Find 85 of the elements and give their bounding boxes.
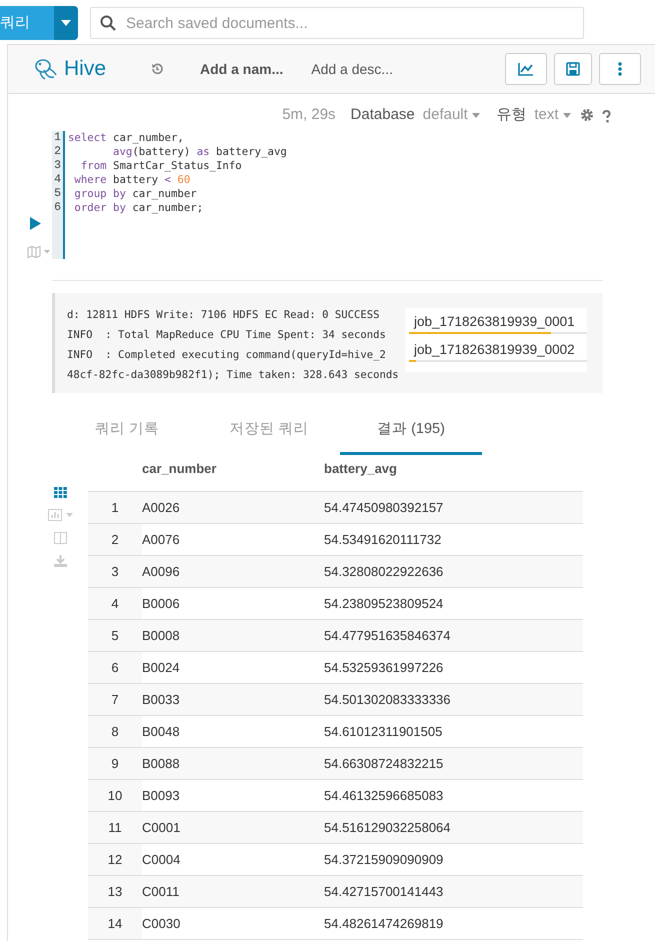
- code-line: avg(battery) as battery_avg: [112, 144, 287, 158]
- line-number: 1: [53, 130, 62, 144]
- line-number: 5: [53, 186, 62, 200]
- code-line: group by car_number: [73, 186, 198, 200]
- job-link[interactable]: job_1718263819939_0002: [409, 340, 587, 360]
- table-cell: 54.61012311901505: [324, 715, 583, 748]
- table-cell: B0033: [142, 683, 324, 716]
- table-cell: B0048: [142, 715, 324, 748]
- table-cell: 54.37215909090909: [324, 843, 583, 876]
- query-name-field[interactable]: Add a nam...: [200, 58, 284, 80]
- table-cell: 54.42715700141443: [324, 875, 583, 908]
- table-cell: C0011: [142, 875, 324, 908]
- results-tab[interactable]: 결과 (195): [340, 410, 482, 456]
- app-title: Hive: [64, 56, 106, 82]
- code-line: from SmartCar_Status_Info: [80, 158, 243, 172]
- help-icon[interactable]: [602, 110, 611, 123]
- code-line: order by car_number;: [73, 200, 204, 214]
- dropdown-toggle-button[interactable]: [54, 6, 78, 40]
- row-number: 7: [88, 683, 142, 716]
- table-cell: A0026: [142, 491, 324, 524]
- table-cell: B0093: [142, 779, 324, 812]
- run-icon[interactable]: [30, 216, 41, 230]
- table-cell: C0004: [142, 843, 324, 876]
- table-cell: B0008: [142, 619, 324, 652]
- code-line: select car_number,: [68, 130, 185, 144]
- chart-button[interactable]: [505, 53, 547, 85]
- row-number: 10: [88, 779, 142, 812]
- execution-time: 5m, 29s: [282, 105, 336, 125]
- line-number: 2: [53, 144, 62, 158]
- table-cell: B0006: [142, 587, 324, 620]
- log-line: INFO : Completed executing command(queryId=hive_2: [67, 348, 386, 362]
- table-cell: 54.47450980392157: [324, 491, 583, 524]
- caret-icon: [61, 20, 71, 26]
- bee-logo-icon: [34, 57, 58, 81]
- row-number: 2: [88, 523, 142, 556]
- table-cell: A0076: [142, 523, 324, 556]
- row-number: 4: [88, 587, 142, 620]
- code-line: where battery < 60: [73, 172, 192, 186]
- table-cell: 54.516129032258064: [324, 811, 583, 844]
- row-number: 1: [88, 491, 142, 524]
- log-line: d: 12811 HDFS Write: 7106 HDFS EC Read: 0 SUCCESS: [67, 308, 380, 322]
- table-cell: 54.53259361997226: [324, 651, 583, 684]
- table-cell: B0024: [142, 651, 324, 684]
- row-number: 12: [88, 843, 142, 876]
- row-number: 13: [88, 875, 142, 908]
- row-number: 11: [88, 811, 142, 844]
- settings-icon[interactable]: [580, 108, 594, 122]
- caret-icon: [562, 112, 572, 119]
- table-cell: 54.23809523809524: [324, 587, 583, 620]
- job-link[interactable]: job_1718263819939_0001: [409, 312, 587, 332]
- table-cell: 54.66308724832215: [324, 747, 583, 780]
- row-number: 14: [88, 907, 142, 940]
- grid-icon[interactable]: [54, 487, 67, 498]
- table-cell: C0001: [142, 811, 324, 844]
- table-cell: 54.48261474269819: [324, 907, 583, 940]
- database-label: Database: [350, 105, 415, 125]
- table-cell: C0030: [142, 907, 324, 940]
- caret-icon: [471, 112, 482, 119]
- line-chart-icon: [518, 62, 534, 76]
- row-number: 6: [88, 651, 142, 684]
- row-number: 8: [88, 715, 142, 748]
- column-header[interactable]: battery_avg: [324, 457, 583, 492]
- table-cell: A0096: [142, 555, 324, 588]
- row-number: 9: [88, 747, 142, 780]
- column-header[interactable]: car_number: [142, 457, 324, 492]
- line-number: 6: [53, 200, 62, 214]
- line-number: 4: [53, 172, 62, 186]
- search-field[interactable]: Search saved documents...: [90, 7, 584, 39]
- table-cell: 54.477951635846374: [324, 619, 583, 652]
- row-number: 5: [88, 619, 142, 652]
- more-icon: [618, 62, 622, 76]
- query-description-field[interactable]: Add a desc...: [311, 58, 393, 80]
- table-cell: 54.32808022922636: [324, 555, 583, 588]
- type-label: 유형: [496, 105, 526, 125]
- save-icon: [566, 62, 580, 76]
- save-button[interactable]: [554, 53, 592, 85]
- history-icon[interactable]: [150, 62, 164, 76]
- table-cell: 54.46132596685083: [324, 779, 583, 812]
- row-number: 3: [88, 555, 142, 588]
- table-cell: 54.501302083333336: [324, 683, 583, 716]
- table-cell: B0088: [142, 747, 324, 780]
- line-number: 3: [53, 158, 62, 172]
- table-cell: 54.53491620111732: [324, 523, 583, 556]
- log-line: INFO : Total MapReduce CPU Time Spent: 34 seconds: [67, 328, 386, 342]
- log-line: 48cf-82fc-da3089b982f1); Time taken: 328.643 seconds: [67, 368, 399, 382]
